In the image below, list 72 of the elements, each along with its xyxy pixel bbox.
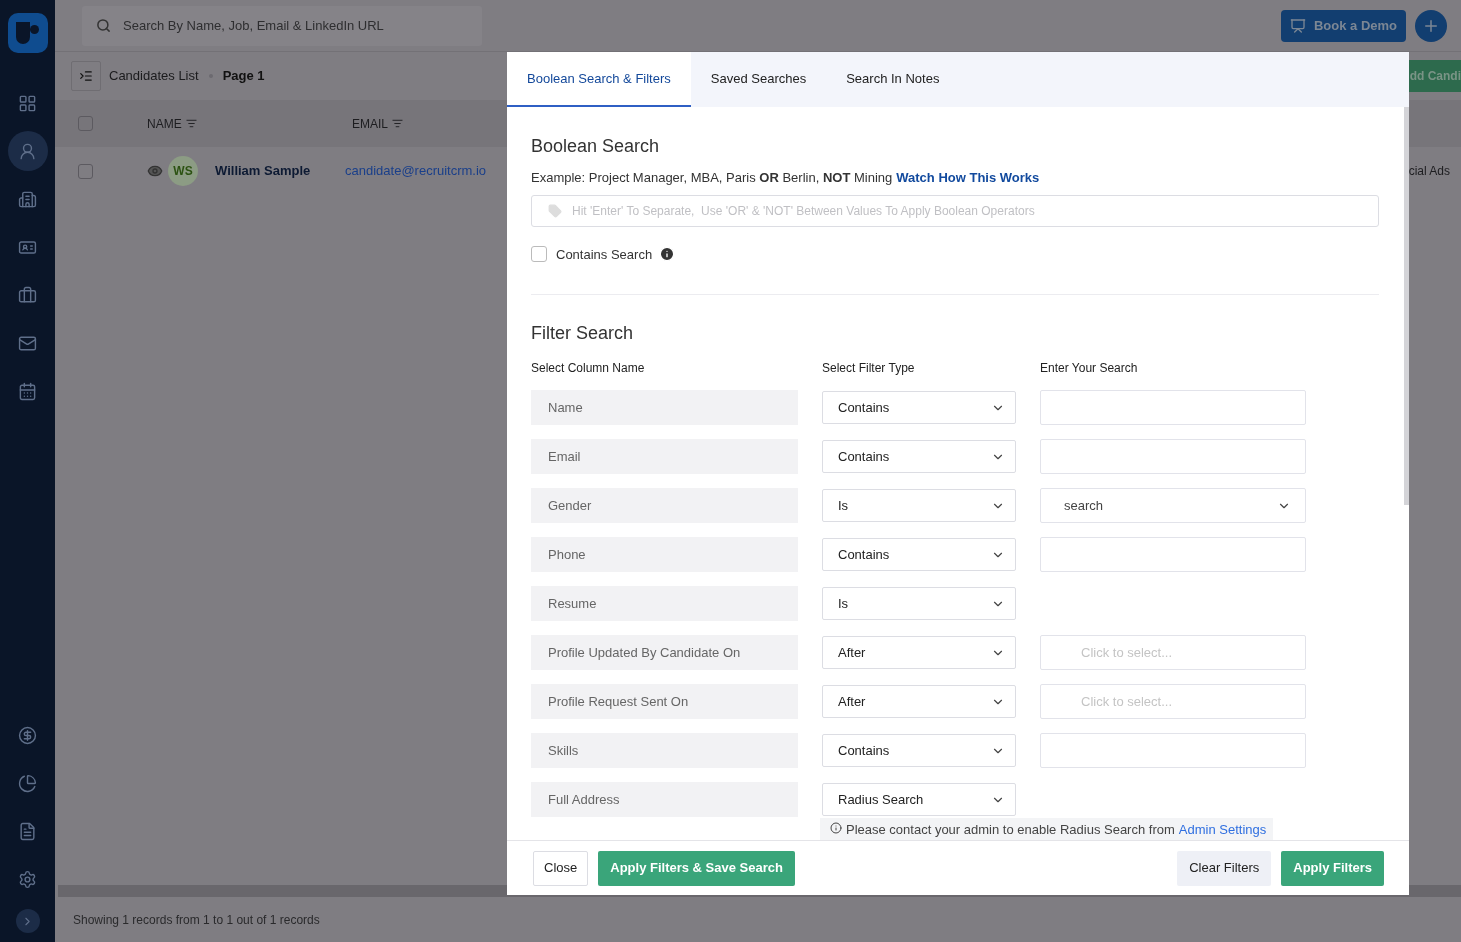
filter-type-select[interactable]: After (822, 636, 1016, 669)
candidate-name[interactable]: William Sample (215, 161, 345, 181)
column-name-field: Gender (531, 488, 798, 523)
column-name-field: Email (531, 439, 798, 474)
column-label: Select Filter Type (822, 360, 916, 377)
filter-type-select[interactable]: Contains (822, 391, 1016, 424)
tab[interactable]: Search In Notes (826, 52, 960, 107)
column-name-field: Resume (531, 586, 798, 621)
sort-icon (392, 118, 403, 129)
tab[interactable]: Saved Searches (690, 52, 827, 107)
note-text: Please contact your admin to enable Radius Search from (846, 821, 1175, 839)
filter-type-select[interactable]: After (822, 685, 1016, 718)
global-search-field[interactable]: Search By Name, Job, Email & LinkedIn URL (82, 5, 482, 46)
column-label: Select Column Name (531, 360, 646, 377)
toggle-panel-button[interactable] (71, 61, 101, 91)
date-field[interactable]: Click to select... (1040, 684, 1306, 719)
calendar-icon (18, 381, 37, 401)
column-name-field: Profile Request Sent On (531, 684, 798, 719)
close-button[interactable]: Close (533, 850, 589, 886)
tab[interactable]: Boolean Search & Filters (507, 52, 691, 107)
settings-icon (18, 869, 37, 889)
example-text: Example: Project Manager, MBA, Paris OR Berlin, NOT Mining (531, 169, 893, 187)
tag-icon (548, 203, 562, 218)
section-title: Boolean Search (531, 135, 661, 158)
filter-type-select[interactable]: Is (822, 489, 1016, 522)
search-input-field[interactable] (1040, 733, 1306, 768)
filter-type-select[interactable]: Radius Search (822, 783, 1016, 816)
column-name-field: Phone (531, 537, 798, 572)
select-all-checkbox[interactable] (78, 116, 93, 131)
sidebar-item[interactable] (7, 131, 48, 171)
column-name-field: Full Address (531, 782, 798, 817)
search-select[interactable]: search (1040, 488, 1306, 523)
scrollbar-thumb[interactable] (1404, 107, 1409, 505)
mail-icon (18, 333, 37, 353)
contains-checkbox[interactable] (531, 246, 547, 263)
admin-settings-link[interactable]: Admin Settings (1178, 820, 1267, 840)
column-header[interactable]: NAME (147, 114, 352, 133)
filter-type-select[interactable]: Contains (822, 440, 1016, 473)
search-placeholder: Search By Name, Job, Email & LinkedIn URL (123, 16, 384, 35)
clear-filters-button[interactable]: Clear Filters (1177, 850, 1272, 886)
add-button[interactable] (1415, 9, 1447, 42)
column-name-field: Skills (531, 733, 798, 768)
indent-icon (79, 69, 93, 83)
search-icon (96, 18, 111, 33)
eye-icon[interactable] (147, 163, 163, 179)
filter-type-select[interactable]: Is (822, 587, 1016, 620)
filter-type-select[interactable]: Contains (822, 538, 1016, 571)
info-icon[interactable] (659, 246, 676, 263)
date-field[interactable]: Click to select... (1040, 635, 1306, 670)
sort-icon (185, 118, 197, 129)
search-input-field[interactable] (1040, 439, 1306, 474)
records-summary: Showing 1 records from 1 to 1 out of 1 records (73, 911, 320, 929)
checkbox-label: Contains Search (556, 245, 653, 264)
watch-link[interactable]: Watch How This Works (896, 168, 1040, 188)
column-name-field: Profile Updated By Candidate On (531, 635, 798, 670)
filter-type-select[interactable]: Contains (822, 734, 1016, 767)
info-icon (830, 822, 842, 834)
column-value: cial Ads (1408, 163, 1450, 180)
breadcrumb-link[interactable]: Candidates List (109, 66, 199, 86)
column-label: Enter Your Search (1040, 360, 1138, 377)
logo-icon (7, 13, 48, 53)
section-title: Filter Search (531, 322, 635, 345)
column-name-field: Name (531, 390, 798, 425)
expand-button[interactable] (15, 909, 40, 933)
column-header[interactable]: EMAIL (352, 114, 403, 133)
search-input-field[interactable] (1040, 537, 1306, 572)
row-checkbox[interactable] (78, 163, 93, 179)
field-placeholder: Hit 'Enter' To Separate, Use 'OR' & 'NOT' Between Values To Apply Boolean Operators (572, 202, 1035, 220)
search-input-field[interactable] (1040, 390, 1306, 425)
breadcrumb-current: Page 1 (222, 67, 265, 86)
presentation-icon (1289, 17, 1306, 34)
avatar: WS (168, 156, 198, 186)
